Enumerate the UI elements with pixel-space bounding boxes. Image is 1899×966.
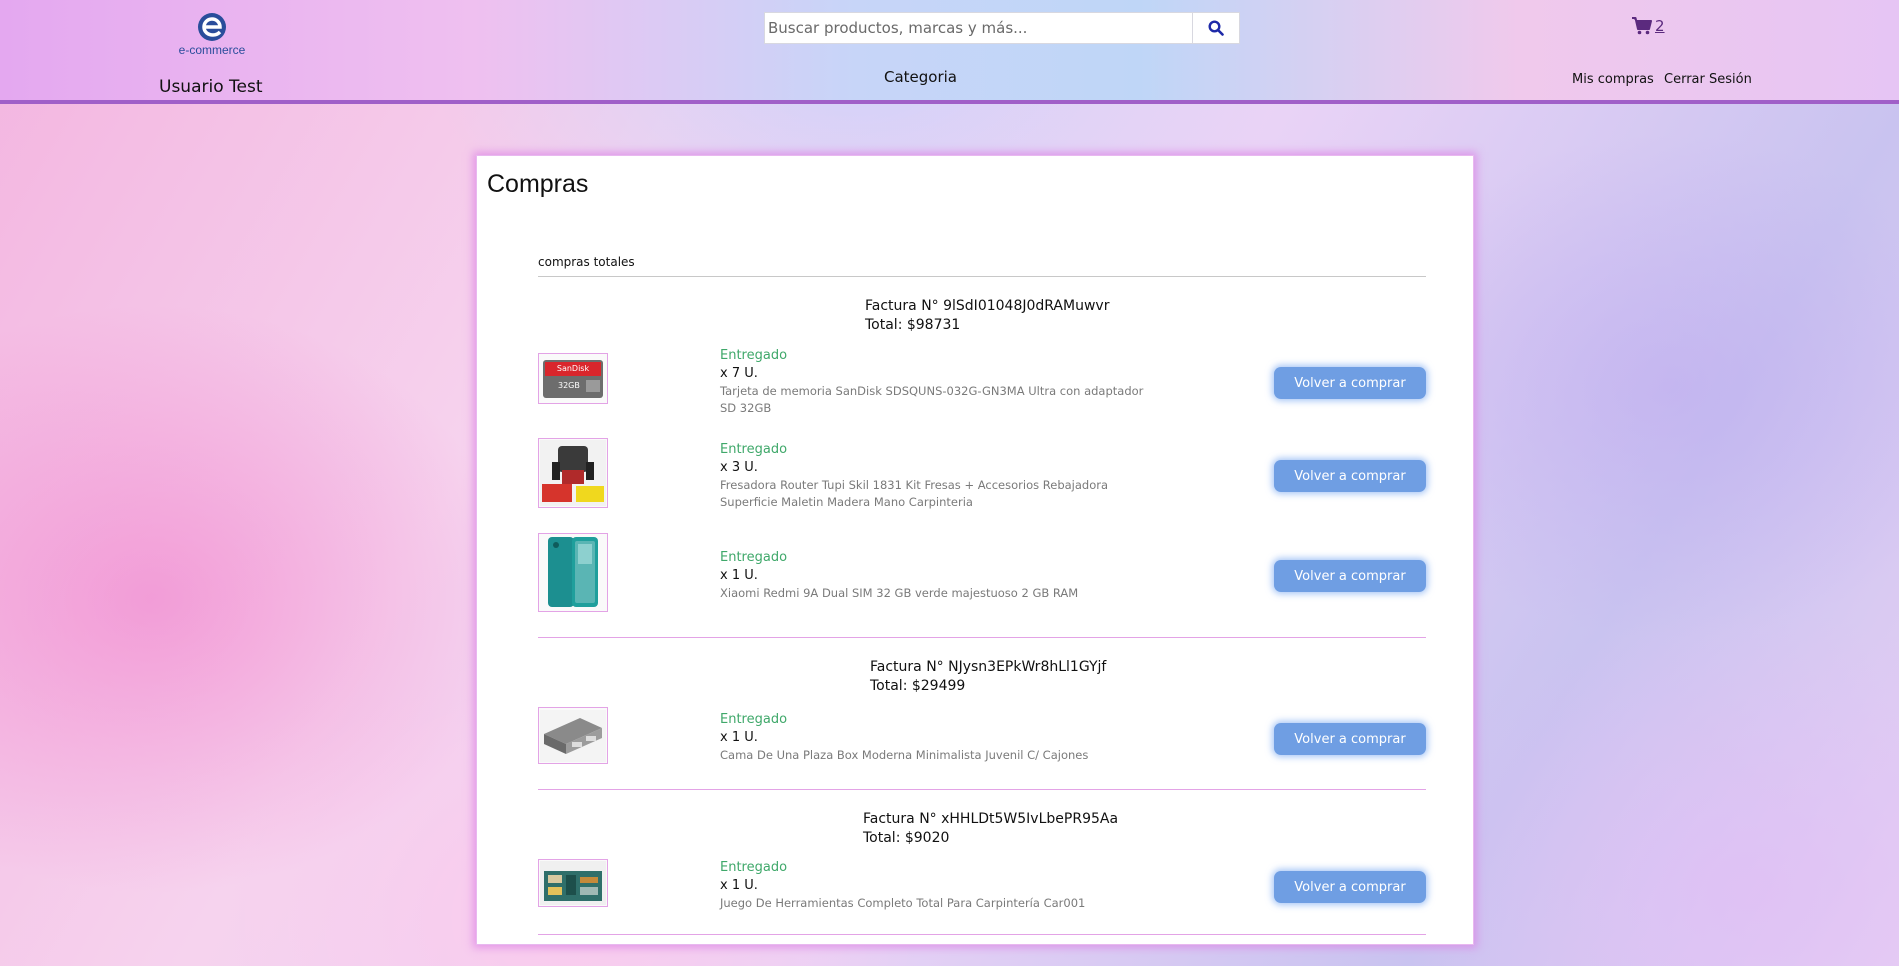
status-label: Entregado (720, 860, 788, 875)
category-menu[interactable]: Categoria (884, 68, 957, 86)
status-label: Entregado (720, 348, 788, 363)
logo-text: e-commerce (178, 43, 246, 57)
purchases-panel: Compras compras totales Factura N° 9lSdI… (476, 155, 1474, 945)
invoice-number: Factura N° NJysn3EPkWr8hLl1GYjf (870, 659, 1107, 675)
product-info: Entregado x 1 U. Xiaomi Redmi 9A Dual SI… (720, 549, 1160, 602)
bed-image (540, 709, 606, 762)
status-label: Entregado (720, 442, 788, 457)
buy-again-button[interactable]: Volver a comprar (1274, 560, 1426, 592)
order-total: Total: $29499 (870, 678, 966, 694)
shopping-cart-icon (1632, 17, 1652, 35)
nav-my-purchases[interactable]: Mis compras (1572, 72, 1654, 87)
search-bar (764, 12, 1240, 44)
product-image[interactable] (538, 707, 608, 764)
product-name[interactable]: Fresadora Router Tupi Skil 1831 Kit Fres… (720, 477, 1160, 511)
invoice-number: Factura N° xHHLDt5W5IvLbePR95Aa (863, 811, 1119, 827)
buy-again-button[interactable]: Volver a comprar (1274, 367, 1426, 399)
product-info: Entregado x 1 U. Cama De Una Plaza Box M… (720, 711, 1160, 764)
cart-button[interactable]: 2 (1632, 17, 1665, 35)
svg-text:32GB: 32GB (558, 381, 580, 390)
product-info: Entregado x 3 U. Fresadora Router Tupi S… (720, 441, 1160, 511)
product-name[interactable]: Tarjeta de memoria SanDisk SDSQUNS-032G-… (720, 383, 1160, 417)
page-title: Compras (487, 170, 589, 198)
product-image[interactable] (538, 438, 608, 508)
quantity-label: x 1 U. (720, 568, 758, 583)
sandisk-sd-card-image: SanDisk 32GB (543, 359, 603, 398)
product-image[interactable] (538, 533, 608, 612)
tool-set-image (540, 861, 606, 905)
svg-text:SanDisk: SanDisk (557, 364, 590, 373)
e-commerce-logo-icon (198, 13, 226, 41)
buy-again-button[interactable]: Volver a comprar (1274, 723, 1426, 755)
product-image[interactable]: SanDisk 32GB (538, 353, 608, 404)
quantity-label: x 1 U. (720, 730, 758, 745)
buy-again-button[interactable]: Volver a comprar (1274, 460, 1426, 492)
order-header: Factura N° 9lSdI01048J0dRAMuwvr Total: $… (865, 297, 1109, 335)
cart-count: 2 (1655, 17, 1665, 35)
order-header: Factura N° xHHLDt5W5IvLbePR95Aa Total: $… (863, 810, 1118, 848)
order-divider (538, 934, 1426, 935)
product-name[interactable]: Juego De Herramientas Completo Total Par… (720, 895, 1160, 912)
product-name[interactable]: Cama De Una Plaza Box Moderna Minimalist… (720, 747, 1160, 764)
order-divider (538, 789, 1426, 790)
buy-again-button[interactable]: Volver a comprar (1274, 871, 1426, 903)
smartphone-image (548, 537, 598, 607)
username-label: Usuario Test (159, 77, 263, 97)
order-header: Factura N° NJysn3EPkWr8hLl1GYjf Total: $… (870, 658, 1106, 696)
search-button[interactable] (1192, 13, 1239, 43)
product-info: Entregado x 1 U. Juego De Herramientas C… (720, 859, 1160, 912)
router-tool-image (540, 440, 606, 506)
product-image[interactable] (538, 859, 608, 907)
status-label: Entregado (720, 550, 788, 565)
product-name[interactable]: Xiaomi Redmi 9A Dual SIM 32 GB verde maj… (720, 585, 1160, 602)
divider (538, 276, 1426, 277)
top-header: e-commerce Usuario Test Categoria 2 Mis … (0, 0, 1899, 104)
quantity-label: x 1 U. (720, 878, 758, 893)
order-total: Total: $98731 (865, 317, 961, 333)
status-label: Entregado (720, 712, 788, 727)
quantity-label: x 7 U. (720, 366, 758, 381)
order-divider (538, 637, 1426, 638)
search-input[interactable] (765, 13, 1192, 43)
order-total: Total: $9020 (863, 830, 950, 846)
nav-logout[interactable]: Cerrar Sesión (1664, 72, 1752, 87)
section-label: compras totales (538, 255, 635, 269)
invoice-number: Factura N° 9lSdI01048J0dRAMuwvr (865, 298, 1110, 314)
logo[interactable]: e-commerce (172, 12, 252, 62)
product-info: Entregado x 7 U. Tarjeta de memoria SanD… (720, 347, 1160, 417)
search-icon (1208, 20, 1224, 36)
quantity-label: x 3 U. (720, 460, 758, 475)
